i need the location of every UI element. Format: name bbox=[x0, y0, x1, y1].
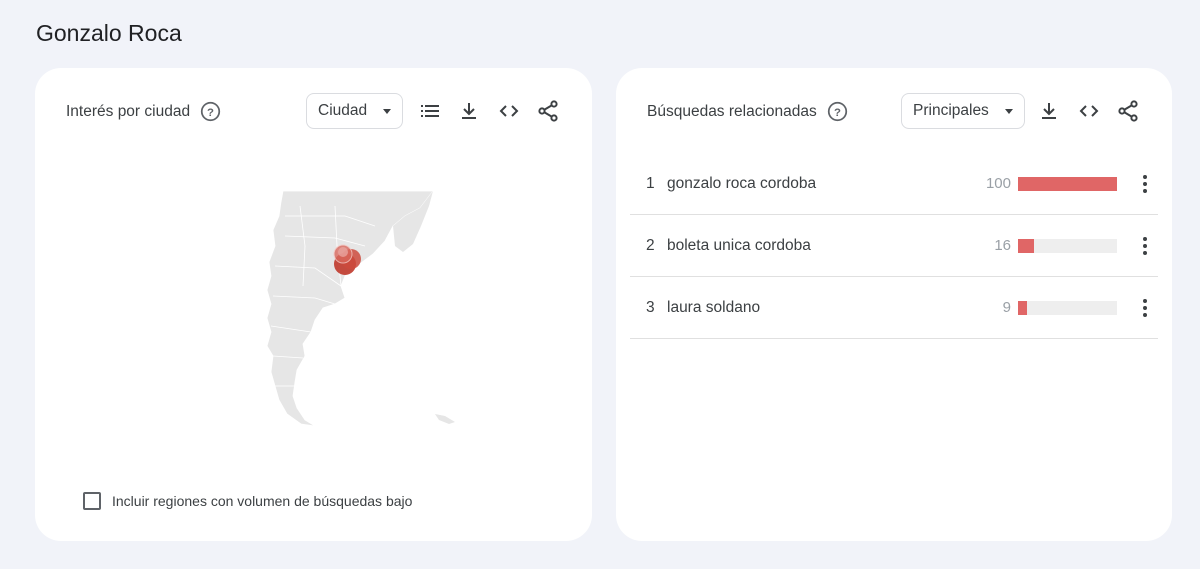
related-row[interactable]: 3 laura soldano 9 bbox=[630, 277, 1158, 339]
related-bar-fill bbox=[1018, 300, 1027, 315]
download-icon[interactable] bbox=[457, 99, 481, 123]
related-rank: 3 bbox=[646, 298, 655, 316]
interest-by-city-header: Interés por ciudad ? bbox=[66, 101, 221, 122]
related-type-dropdown[interactable]: Principales bbox=[901, 93, 1025, 129]
related-row[interactable]: 1 gonzalo roca cordoba 100 bbox=[630, 153, 1158, 215]
include-low-volume-row: Incluir regiones con volumen de búsqueda… bbox=[83, 492, 412, 510]
related-value: 16 bbox=[994, 237, 1011, 254]
resolution-dropdown-value: Ciudad bbox=[318, 102, 368, 119]
related-bar-fill bbox=[1018, 176, 1117, 191]
related-searches-header: Búsquedas relacionadas ? bbox=[647, 101, 848, 122]
embed-icon[interactable] bbox=[1077, 99, 1101, 123]
caret-down-icon bbox=[1004, 108, 1013, 114]
related-value: 100 bbox=[985, 175, 1011, 192]
help-icon[interactable]: ? bbox=[200, 101, 221, 122]
related-type-dropdown-value: Principales bbox=[913, 102, 989, 119]
share-icon[interactable] bbox=[536, 99, 560, 123]
related-rank: 1 bbox=[646, 174, 655, 192]
download-icon[interactable] bbox=[1037, 99, 1061, 123]
svg-text:?: ? bbox=[834, 107, 841, 119]
related-bar bbox=[1018, 238, 1117, 253]
argentina-map bbox=[245, 186, 465, 431]
related-bar bbox=[1018, 176, 1117, 191]
help-icon[interactable]: ? bbox=[827, 101, 848, 122]
interest-by-city-card: Interés por ciudad ? Ciudad Incluir regi… bbox=[35, 68, 592, 541]
interest-by-city-title: Interés por ciudad bbox=[66, 102, 191, 120]
embed-icon[interactable] bbox=[497, 99, 521, 123]
list-icon[interactable] bbox=[418, 99, 442, 123]
include-low-volume-label: Incluir regiones con volumen de búsqueda… bbox=[112, 493, 413, 509]
more-vert-icon[interactable] bbox=[1135, 296, 1155, 320]
related-query[interactable]: gonzalo roca cordoba bbox=[667, 175, 816, 193]
related-bar bbox=[1018, 300, 1117, 315]
related-bar-fill bbox=[1018, 238, 1034, 253]
related-searches-card: Búsquedas relacionadas ? Principales 1 g… bbox=[616, 68, 1172, 541]
related-query[interactable]: laura soldano bbox=[667, 299, 760, 317]
resolution-dropdown[interactable]: Ciudad bbox=[306, 93, 404, 129]
related-value: 9 bbox=[1002, 299, 1011, 316]
svg-text:?: ? bbox=[207, 107, 214, 119]
more-vert-icon[interactable] bbox=[1135, 234, 1155, 258]
share-icon[interactable] bbox=[1116, 99, 1140, 123]
related-searches-title: Búsquedas relacionadas bbox=[647, 102, 817, 120]
related-query[interactable]: boleta unica cordoba bbox=[667, 237, 811, 255]
caret-down-icon bbox=[383, 108, 392, 114]
related-rank: 2 bbox=[646, 236, 655, 254]
more-vert-icon[interactable] bbox=[1135, 172, 1155, 196]
page-title: Gonzalo Roca bbox=[36, 20, 182, 46]
tierra-del-fuego bbox=[435, 414, 455, 424]
related-row[interactable]: 2 boleta unica cordoba 16 bbox=[630, 215, 1158, 277]
include-low-volume-checkbox[interactable] bbox=[83, 492, 101, 510]
